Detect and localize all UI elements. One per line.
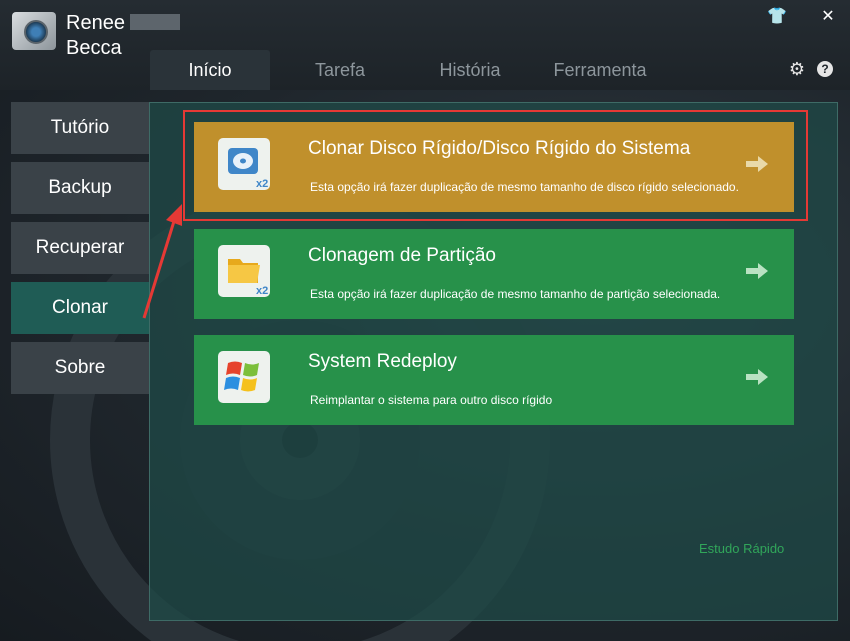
annotation-arrow-icon xyxy=(142,204,182,319)
app-window: Renee Becca 👕 ✕ Início Tarefa História F… xyxy=(0,0,850,641)
quick-study-link[interactable]: Estudo Rápido xyxy=(699,541,784,556)
header: Renee Becca 👕 ✕ Início Tarefa História F… xyxy=(0,0,850,90)
brand-redaction xyxy=(130,14,180,30)
close-icon[interactable]: ✕ xyxy=(818,6,838,26)
svg-text:x2: x2 xyxy=(256,285,268,297)
sidebar-item-tutorio[interactable]: Tutório xyxy=(11,102,149,154)
sidebar-item-clonar[interactable]: Clonar xyxy=(11,282,149,334)
brand-line1: Renee xyxy=(66,12,125,34)
card-description: Reimplantar o sistema para outro disco r… xyxy=(310,393,553,407)
sidebar-item-sobre[interactable]: Sobre xyxy=(11,342,149,394)
help-icon[interactable]: ? xyxy=(817,61,833,77)
gear-icon[interactable]: ⚙ xyxy=(788,60,806,78)
sidebar-item-backup[interactable]: Backup xyxy=(11,162,149,214)
tab-tarefa[interactable]: Tarefa xyxy=(290,50,390,90)
arrow-right-icon xyxy=(746,369,768,385)
brand-line2: Becca xyxy=(66,37,122,59)
card-title: System Redeploy xyxy=(308,351,457,372)
skin-icon[interactable]: 👕 xyxy=(767,6,787,26)
app-logo-icon xyxy=(12,12,56,50)
card-title: Clonagem de Partição xyxy=(308,245,496,266)
arrow-right-icon xyxy=(746,263,768,279)
tab-ferramenta[interactable]: Ferramenta xyxy=(540,50,660,90)
tab-historia[interactable]: História xyxy=(420,50,520,90)
card-description: Esta opção irá fazer duplicação de mesmo… xyxy=(310,287,721,301)
highlight-box xyxy=(183,110,808,221)
system-redeploy-card[interactable]: System Redeploy Reimplantar o sistema pa… xyxy=(194,335,794,425)
sidebar-item-recuperar[interactable]: Recuperar xyxy=(11,222,149,274)
partition-clone-card[interactable]: x2 Clonagem de Partição Esta opção irá f… xyxy=(194,229,794,319)
windows-logo-icon xyxy=(218,351,270,403)
tab-inicio[interactable]: Início xyxy=(150,50,270,90)
partition-clone-icon: x2 xyxy=(218,245,270,297)
